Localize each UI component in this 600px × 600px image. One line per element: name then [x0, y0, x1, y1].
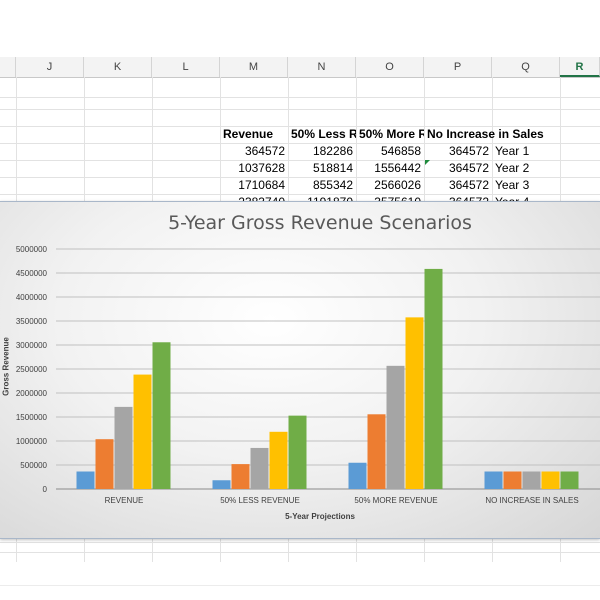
x-tick-label: NO INCREASE IN SALES [485, 496, 578, 505]
table-cell[interactable]: Year 2 [492, 160, 560, 177]
x-tick-label: 50% LESS REVENUE [220, 496, 300, 505]
y-tick-label: 5000000 [16, 245, 48, 254]
column-header-partial [0, 57, 16, 77]
column-header-l[interactable]: L [152, 57, 220, 77]
y-tick-label: 0 [43, 485, 48, 494]
table-cell[interactable]: 1037628 [220, 160, 288, 177]
bar [367, 414, 386, 489]
bar [152, 342, 171, 489]
table-cell[interactable]: 546858 [356, 143, 424, 160]
bar [95, 439, 114, 489]
header-cell-more[interactable]: 50% More R… [356, 126, 424, 143]
bar-chart-plot[interactable]: 0 500000 1000000 1500000 2000000 2500000 30000… [0, 202, 600, 538]
bar [348, 462, 367, 489]
bar [484, 471, 503, 489]
column-header-m[interactable]: M [220, 57, 288, 77]
row-gridline [0, 97, 600, 98]
bar [560, 471, 579, 489]
column-header-k[interactable]: K [84, 57, 152, 77]
table-cell[interactable]: Year 3 [492, 177, 560, 194]
table-cell[interactable]: 182286 [288, 143, 356, 160]
header-cell-revenue[interactable]: Revenue [220, 126, 288, 143]
table-cell[interactable]: Year 1 [492, 143, 560, 160]
y-tick-label: 1000000 [16, 437, 48, 446]
table-cell[interactable]: 1556442 [356, 160, 424, 177]
bar [424, 268, 443, 489]
y-tick-label: 1500000 [16, 413, 48, 422]
y-tick-label: 2000000 [16, 389, 48, 398]
table-cell[interactable]: 855342 [288, 177, 356, 194]
row-gridline [0, 109, 600, 110]
bar [405, 317, 424, 489]
table-cell[interactable]: 2566026 [356, 177, 424, 194]
y-tick-label: 3500000 [16, 317, 48, 326]
bar [503, 471, 522, 489]
bar [133, 374, 152, 489]
embedded-chart[interactable]: 5-Year Gross Revenue Scenarios Gross Rev… [0, 201, 600, 539]
bar [541, 471, 560, 489]
table-cell[interactable]: 364572 [424, 177, 492, 194]
column-header-q[interactable]: Q [492, 57, 560, 77]
column-header-j[interactable]: J [16, 57, 84, 77]
bar [522, 471, 541, 489]
y-tick-label: 2500000 [16, 365, 48, 374]
column-header-o[interactable]: O [356, 57, 424, 77]
y-tick-label: 500000 [20, 461, 47, 470]
row-gridline [0, 542, 600, 543]
table-cell[interactable]: 518814 [288, 160, 356, 177]
y-tick-label: 4000000 [16, 293, 48, 302]
y-tick-label: 3000000 [16, 341, 48, 350]
column-header-n[interactable]: N [288, 57, 356, 77]
table-cell[interactable]: 1710684 [220, 177, 288, 194]
header-cell-flat[interactable]: No Increase in Sales [424, 126, 564, 143]
bar [269, 431, 288, 489]
column-header-p[interactable]: P [424, 57, 492, 77]
table-cell[interactable]: 364572 [424, 143, 492, 160]
table-cell[interactable]: 364572 [220, 143, 288, 160]
column-header-r[interactable]: R [560, 57, 600, 77]
x-tick-label: REVENUE [105, 496, 144, 505]
bar [250, 447, 269, 489]
bar [114, 406, 133, 489]
table-cell[interactable]: 364572 [424, 160, 492, 177]
bar [386, 365, 405, 489]
column-header-row: J K L M N O P Q R [0, 57, 600, 78]
divider [0, 585, 600, 586]
bar [212, 480, 231, 489]
bar [231, 464, 250, 489]
cell-error-marker [425, 160, 430, 165]
row-gridline [0, 552, 600, 553]
x-tick-label: 50% MORE REVENUE [354, 496, 437, 505]
header-cell-less[interactable]: 50% Less Re… [288, 126, 356, 143]
bar [288, 415, 307, 489]
y-tick-label: 4500000 [16, 269, 48, 278]
bar [76, 471, 95, 489]
